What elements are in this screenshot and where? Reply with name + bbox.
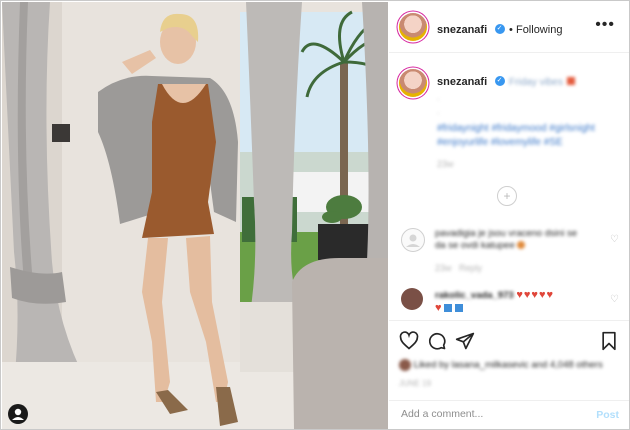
load-more-comments-icon[interactable]: + [497, 186, 517, 206]
caption-username[interactable]: snezanafi [437, 76, 487, 88]
post-comment-button[interactable]: Post [596, 409, 619, 421]
author-avatar[interactable] [399, 13, 427, 41]
caption-time: 23w [437, 159, 454, 169]
likes-summary[interactable]: Liked by lasana_milkasevic and 4,048 oth… [399, 359, 603, 371]
emoji-icon [567, 76, 576, 85]
comment-line-2: da se ovdi katupee [435, 240, 515, 251]
caption-dot-2: . [437, 106, 440, 116]
comment-avatar[interactable] [401, 228, 425, 252]
caption-hashtags[interactable]: #fridaynight #fridaymood #girlsnight #en… [437, 122, 623, 150]
like-heart-icon[interactable] [399, 331, 419, 351]
save-bookmark-icon[interactable] [599, 331, 619, 351]
follow-status-button[interactable]: Following [516, 24, 562, 36]
post-actions-bar: Liked by lasana_milkasevic and 4,048 oth… [389, 320, 629, 401]
post-photo[interactable] [2, 2, 388, 429]
comment-2-like-heart-icon[interactable]: ♡ [610, 294, 619, 305]
photo-illustration [2, 2, 388, 429]
caption-text: Friday vibes [509, 77, 563, 88]
comment-2-text: rakolic_vada_973 ♥♥♥♥♥ ♥ [435, 289, 605, 315]
emoji-icon [444, 304, 453, 313]
hashtags-line-1[interactable]: #fridaynight #fridaymood #girlsnight [437, 122, 623, 136]
comment-like-heart-icon[interactable]: ♡ [610, 234, 619, 245]
emoji-icon [454, 304, 463, 313]
comment-avatar-2[interactable] [401, 288, 423, 310]
comment-text: pavadigia je jsou vraceno dsini se da se… [435, 228, 605, 252]
comment-bubble-icon[interactable] [427, 331, 447, 351]
post-date: JUNE 19 [399, 379, 432, 388]
more-options-icon[interactable]: ••• [595, 16, 615, 34]
author-username[interactable]: snezanafi [437, 24, 487, 36]
emoji-icon [517, 241, 526, 250]
caption-verified-badge-icon: ✓ [494, 75, 505, 86]
liker-avatar[interactable] [399, 359, 411, 371]
comment-reply-button[interactable]: Reply [459, 263, 482, 273]
caption-author-avatar[interactable] [399, 69, 427, 97]
hashtags-line-2[interactable]: #enjoyurlife #lovemylife #SE [437, 136, 623, 150]
verified-badge-icon: ✓ [494, 23, 505, 34]
comment-2-hearts-2: ♥ [435, 302, 442, 314]
likes-text[interactable]: Liked by lasana_milkasevic and 4,048 oth… [414, 360, 603, 371]
comment-meta: 23w Reply [435, 263, 482, 273]
tagged-user-icon[interactable] [8, 404, 28, 424]
caption-dot: . [437, 92, 440, 102]
post-side-panel: snezanafi ✓ • Following ••• snezanafi ✓ … [389, 2, 629, 429]
bullet-separator: • [509, 24, 516, 36]
share-paper-plane-icon[interactable] [455, 331, 475, 351]
comment-2-username[interactable]: rakolic_vada_973 [435, 290, 514, 301]
add-comment-input[interactable] [399, 407, 583, 421]
comment-2-hearts: ♥♥♥♥♥ [516, 289, 554, 301]
comment-time: 23w [435, 263, 452, 273]
comment-line-1: pavadigia je jsou vraceno dsini se [435, 228, 578, 239]
add-comment-bar: Post [389, 400, 629, 430]
post-header: snezanafi ✓ • Following ••• [389, 2, 629, 53]
post-dialog: snezanafi ✓ • Following ••• snezanafi ✓ … [0, 0, 630, 430]
